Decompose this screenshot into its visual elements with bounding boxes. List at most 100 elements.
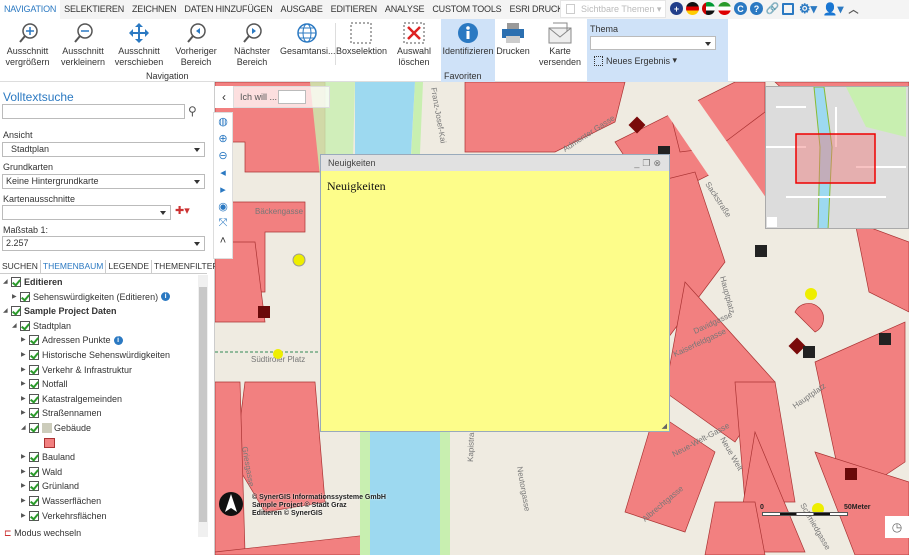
tab-selektieren[interactable]: SELEKTIEREN xyxy=(60,0,128,19)
layer-checkbox[interactable] xyxy=(29,408,39,418)
expand-arrow-icon[interactable]: ▶ xyxy=(21,406,29,420)
scrollbar-thumb[interactable] xyxy=(199,287,207,522)
tree-item[interactable]: ◢Stadtplan xyxy=(12,319,71,333)
layer-checkbox[interactable] xyxy=(29,335,39,345)
clear-selection-button[interactable]: Auswahl löschen xyxy=(390,19,438,68)
tab-suchen[interactable]: SUCHEN xyxy=(0,260,41,273)
expand-arrow-icon[interactable]: ▶ xyxy=(21,479,29,493)
box-select-button[interactable]: Boxselektion xyxy=(336,19,386,57)
layer-checkbox[interactable] xyxy=(29,350,39,360)
tab-custom-tools[interactable]: CUSTOM TOOLS xyxy=(428,0,505,19)
fullscreen-icon[interactable]: ⤧ xyxy=(214,215,232,232)
layer-checkbox[interactable] xyxy=(29,452,39,462)
globe-icon[interactable]: ◍ xyxy=(214,113,232,130)
legend-swatch[interactable] xyxy=(30,436,55,450)
tree-item[interactable]: ▶Straßennamen xyxy=(21,406,102,420)
help-icon[interactable]: ? xyxy=(750,2,763,15)
tree-item[interactable]: ▶Sehenswürdigkeiten (Editieren)i xyxy=(12,290,170,304)
expand-arrow-icon[interactable]: ▶ xyxy=(12,290,20,304)
expand-arrow-icon[interactable]: ▶ xyxy=(21,333,29,347)
tab-daten-hinzufuegen[interactable]: DATEN HINZUFÜGEN xyxy=(180,0,276,19)
layer-checkbox[interactable] xyxy=(20,321,30,331)
zoom-in-button[interactable]: Ausschnitt vergrößern xyxy=(0,19,55,68)
tree-item[interactable]: ▶Verkehrsflächen xyxy=(21,509,107,523)
layer-checkbox[interactable] xyxy=(29,423,39,433)
tree-item[interactable]: ▶Wald xyxy=(21,465,62,479)
layer-checkbox[interactable] xyxy=(29,365,39,375)
send-map-button[interactable]: Karte versenden xyxy=(535,19,585,68)
expand-arrow-icon[interactable]: ▶ xyxy=(21,450,29,464)
tab-editieren[interactable]: EDITIEREN xyxy=(327,0,381,19)
chevron-up-icon[interactable]: ˄ xyxy=(214,232,232,249)
settings-icon[interactable]: ⚙▾ xyxy=(797,2,819,15)
layer-checkbox[interactable] xyxy=(11,306,21,316)
collapse-arrow-icon[interactable]: ◢ xyxy=(3,275,11,289)
copyright-icon[interactable]: C xyxy=(734,2,747,15)
full-extent-button[interactable]: Gesamtansi... xyxy=(280,19,334,57)
layer-checkbox[interactable] xyxy=(29,394,39,404)
collapse-sidebar-button[interactable]: ‹ xyxy=(215,86,233,108)
tree-scrollbar[interactable] xyxy=(198,275,208,537)
tree-item[interactable]: ▶Notfall xyxy=(21,377,68,391)
collapse-arrow-icon[interactable]: ◢ xyxy=(21,421,29,435)
tree-item[interactable]: ▶Historische Sehenswürdigkeiten xyxy=(21,348,170,362)
tab-zeichnen[interactable]: ZEICHNEN xyxy=(128,0,180,19)
modus-wechseln-button[interactable]: ⊏ Modus wechseln xyxy=(4,528,81,539)
pan-button[interactable]: Ausschnitt verschieben xyxy=(112,19,166,68)
tab-themenfilter[interactable]: THEMENFILTER xyxy=(152,260,222,273)
flag-de-icon[interactable] xyxy=(686,2,699,15)
overview-map[interactable] xyxy=(765,86,909,229)
layer-checkbox[interactable] xyxy=(29,496,39,506)
tree-item[interactable]: ▶Bauland xyxy=(21,450,75,464)
tree-item[interactable]: ▶Grünland xyxy=(21,479,79,493)
tree-item[interactable]: ▶Katastralgemeinden xyxy=(21,392,122,406)
layer-checkbox[interactable] xyxy=(29,467,39,477)
grundkarten-select[interactable]: Keine Hintergrundkarte xyxy=(2,174,205,189)
tab-legende[interactable]: LEGENDE xyxy=(106,260,152,273)
collapse-arrow-icon[interactable]: ◢ xyxy=(12,319,20,333)
massstab-select[interactable]: 2.257 xyxy=(2,236,205,251)
tree-item[interactable]: ▶Wasserflächen xyxy=(21,494,101,508)
tab-analyse[interactable]: ANALYSE xyxy=(381,0,428,19)
tab-esri-druck[interactable]: ESRI DRUCK xyxy=(505,0,567,19)
locate-icon[interactable]: ◉ xyxy=(214,198,232,215)
expand-arrow-icon[interactable]: ▶ xyxy=(21,363,29,377)
thema-select[interactable] xyxy=(590,36,716,50)
info-icon[interactable]: i xyxy=(161,292,170,301)
zoom-out-icon[interactable]: ⊖ xyxy=(214,147,232,164)
tree-item[interactable]: ◢Sample Project Daten xyxy=(3,304,117,318)
expand-arrow-icon[interactable]: ▶ xyxy=(21,348,29,362)
layer-checkbox[interactable] xyxy=(29,481,39,491)
ansicht-select[interactable]: Stadtplan xyxy=(2,142,205,157)
previous-extent-icon[interactable]: ◂ xyxy=(214,164,232,181)
expand-arrow-icon[interactable]: ▶ xyxy=(21,494,29,508)
kartenausschnitte-select[interactable] xyxy=(2,205,171,220)
print-button[interactable]: Drucken xyxy=(495,19,531,57)
tab-ausgabe[interactable]: AUSGABE xyxy=(277,0,327,19)
news-window-header[interactable]: Neuigkeiten_❐⊗ xyxy=(321,155,669,171)
tree-item[interactable]: ◢Gebäude xyxy=(21,421,91,435)
collapse-icon[interactable]: ︿ xyxy=(847,2,860,15)
layer-checkbox[interactable] xyxy=(20,292,30,302)
flag-ir-icon[interactable] xyxy=(718,2,731,15)
layer-checkbox[interactable] xyxy=(29,511,39,521)
layer-checkbox[interactable] xyxy=(29,379,39,389)
visible-themes-dropdown[interactable]: Sichtbare Themen ▾ xyxy=(560,0,666,18)
next-extent-icon[interactable]: ▸ xyxy=(214,181,232,198)
expand-arrow-icon[interactable]: ▶ xyxy=(21,377,29,391)
expand-arrow-icon[interactable]: ▶ xyxy=(21,509,29,523)
search-input[interactable] xyxy=(2,104,185,119)
ich-will-input[interactable] xyxy=(278,90,306,104)
resize-handle[interactable]: ◢ xyxy=(662,422,667,430)
tab-navigation[interactable]: NAVIGATION xyxy=(0,0,60,19)
info-icon[interactable]: i xyxy=(114,336,123,345)
add-bookmark-icon[interactable]: ✚▾ xyxy=(175,204,190,217)
tree-item[interactable]: ▶Verkehr & Infrastruktur xyxy=(21,363,132,377)
tab-themenbaum[interactable]: THEMENBAUM xyxy=(41,260,106,273)
zoom-out-button[interactable]: Ausschnitt verkleinern xyxy=(57,19,109,68)
clock-icon[interactable]: ◷ xyxy=(885,516,909,538)
user-icon[interactable]: 👤▾ xyxy=(822,2,844,15)
expand-arrow-icon[interactable]: ▶ xyxy=(21,465,29,479)
layer-checkbox[interactable] xyxy=(11,277,21,287)
save-icon[interactable] xyxy=(782,3,794,15)
